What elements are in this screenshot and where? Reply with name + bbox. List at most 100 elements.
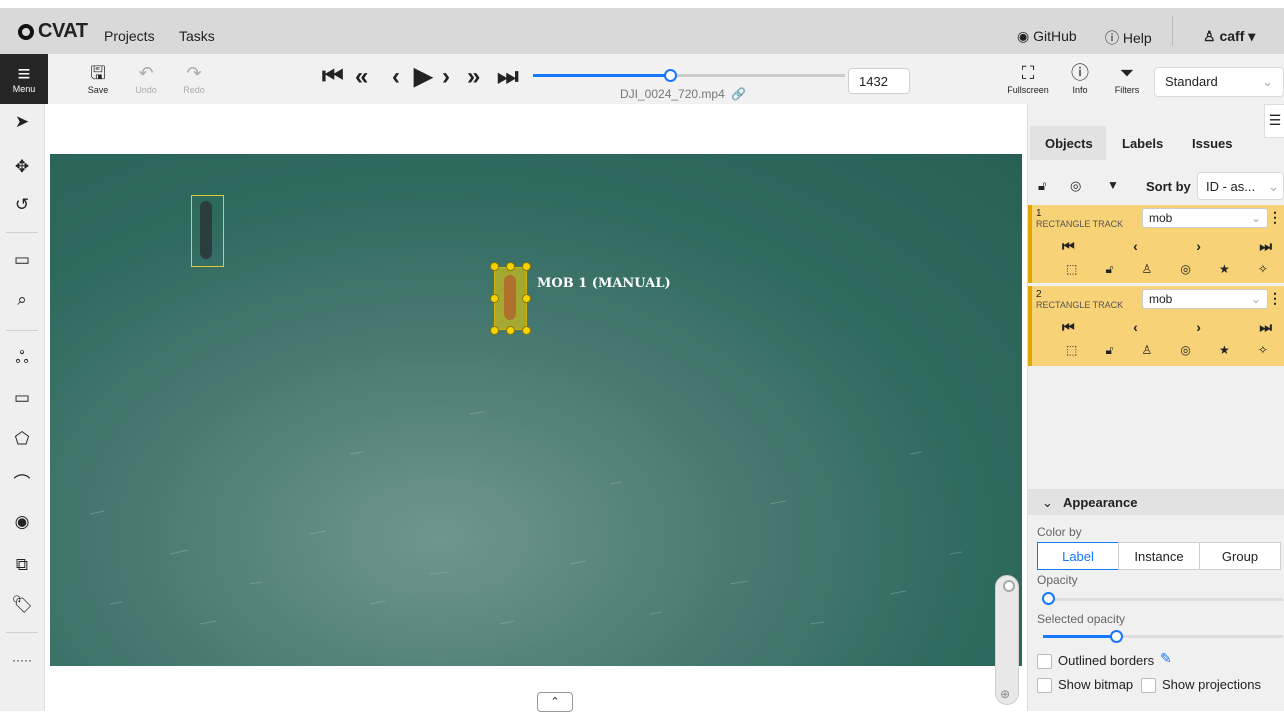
help-link[interactable]: ⓘ Help	[1105, 28, 1152, 48]
move-icon[interactable]: ✥	[0, 152, 44, 182]
object-card-1[interactable]: 1 RECTANGLE TRACK mob ⌄ ⋮ ⏮ ‹ › ⏭ ⬚ 🔓︎ ♙ …	[1028, 205, 1284, 283]
outside-icon[interactable]: ⬚	[1066, 262, 1077, 277]
first-keyframe-icon[interactable]: ⏮	[1062, 319, 1075, 336]
sort-select[interactable]: ID - as... ⌄	[1197, 172, 1284, 200]
opacity-slider-handle[interactable]	[1042, 592, 1055, 605]
next-keyframe-icon[interactable]: ›	[1196, 319, 1201, 336]
nav-tasks[interactable]: Tasks	[179, 28, 215, 44]
previous-keyframe-icon[interactable]: ‹	[1133, 319, 1138, 336]
outside-icon[interactable]: ⬚	[1066, 343, 1077, 358]
forward-step-icon[interactable]: »	[467, 62, 480, 92]
last-keyframe-icon[interactable]: ⏭	[1259, 319, 1272, 336]
outlined-borders-checkbox[interactable]	[1037, 654, 1052, 669]
logo-icon	[18, 23, 34, 40]
play-icon[interactable]: ▶	[414, 62, 432, 92]
object-label-select[interactable]: mob ⌄	[1142, 208, 1268, 228]
previous-frame-icon[interactable]: ‹	[392, 62, 400, 92]
cvat-logo[interactable]: CVAT	[18, 20, 88, 43]
back-step-icon[interactable]: «	[355, 62, 368, 92]
resize-handle[interactable]	[490, 326, 499, 335]
collapse-sidebar-icon[interactable]: ☰	[1264, 104, 1284, 138]
draw-polyline-icon[interactable]: ⌒	[0, 466, 44, 496]
fullscreen-button[interactable]: ⛶ Fullscreen	[1007, 54, 1049, 104]
zoom-slider[interactable]: ⊕	[995, 575, 1019, 705]
eye-icon[interactable]: ◎	[1070, 178, 1081, 194]
info-button[interactable]: ⓘ Info	[1065, 54, 1095, 104]
resize-handle[interactable]	[506, 262, 515, 271]
keyframe-nav: ⏮ ‹ › ⏭	[1062, 319, 1272, 336]
resize-handle[interactable]	[522, 294, 531, 303]
tab-issues[interactable]: Issues	[1192, 136, 1232, 151]
more-options-icon[interactable]: ⋮	[1268, 209, 1282, 226]
link-icon[interactable]: 🔗	[731, 87, 746, 101]
filters-button[interactable]: ⏷ Filters	[1112, 54, 1142, 104]
tab-objects[interactable]: Objects	[1045, 136, 1093, 151]
appearance-header[interactable]: ⌄ Appearance	[1028, 489, 1284, 515]
draw-rectangle-icon[interactable]: ▭	[0, 383, 44, 413]
lock-all-icon[interactable]: 🔓︎	[1038, 178, 1046, 194]
draw-polygon-icon[interactable]: ⬠	[0, 424, 44, 454]
object-label-select[interactable]: mob ⌄	[1142, 289, 1268, 309]
lock-icon[interactable]: 🔓︎	[1106, 262, 1114, 277]
ai-tools-icon[interactable]: ஃ	[0, 344, 44, 374]
pin-icon[interactable]: ✧	[1258, 262, 1268, 277]
redo-button[interactable]: ↷ Redo	[178, 54, 210, 104]
zoom-in-icon[interactable]: ⊕	[1000, 687, 1010, 701]
save-button[interactable]: 🖫 Save	[82, 54, 114, 104]
resize-handle[interactable]	[522, 262, 531, 271]
user-menu[interactable]: ♙ caff ▾	[1203, 28, 1255, 45]
keyframe-nav: ⏮ ‹ › ⏭	[1062, 238, 1272, 255]
tab-labels[interactable]: Labels	[1122, 136, 1163, 151]
fit-image-icon[interactable]: ▭	[0, 245, 44, 275]
occluded-icon[interactable]: ♙	[1141, 343, 1152, 358]
zoom-slider-handle[interactable]	[1003, 580, 1015, 592]
selected-opacity-handle[interactable]	[1110, 630, 1123, 643]
caret-down-icon[interactable]: ▼	[1107, 178, 1119, 192]
last-frame-icon[interactable]: ⏭	[497, 62, 519, 92]
rotate-icon[interactable]: ↺	[0, 190, 44, 220]
lock-icon[interactable]: 🔓︎	[1106, 343, 1114, 358]
menu-button[interactable]: ≡ Menu	[0, 54, 48, 104]
github-link[interactable]: ◉ GitHub	[1017, 28, 1077, 45]
color-by-instance-option[interactable]: Instance	[1118, 542, 1200, 570]
resize-handle[interactable]	[490, 294, 499, 303]
last-keyframe-icon[interactable]: ⏭	[1259, 238, 1272, 255]
next-frame-icon[interactable]: ›	[442, 62, 450, 92]
color-picker-icon[interactable]: ✎	[1160, 650, 1172, 667]
show-projections-checkbox[interactable]	[1141, 678, 1156, 693]
next-keyframe-icon[interactable]: ›	[1196, 238, 1201, 255]
star-icon[interactable]: ★	[1219, 343, 1230, 358]
tag-icon[interactable]: 🏷	[0, 590, 44, 620]
frame-number-input[interactable]: 1432	[848, 68, 910, 94]
first-keyframe-icon[interactable]: ⏮	[1062, 238, 1075, 255]
pin-icon[interactable]: ✧	[1258, 343, 1268, 358]
opacity-slider[interactable]	[1043, 598, 1283, 601]
help-icon: ⓘ	[1105, 30, 1119, 46]
frame-slider-handle[interactable]	[664, 69, 677, 82]
undo-button[interactable]: ↶ Undo	[130, 54, 162, 104]
star-icon[interactable]: ★	[1219, 262, 1230, 277]
workspace-select[interactable]: Standard ⌄	[1154, 67, 1284, 97]
zoom-region-icon[interactable]: ⌕	[0, 285, 44, 315]
occluded-icon[interactable]: ♙	[1141, 262, 1152, 277]
resize-handle[interactable]	[506, 326, 515, 335]
color-by-label: Color by	[1037, 525, 1082, 539]
resize-handle[interactable]	[522, 326, 531, 335]
chevron-up-icon[interactable]: ⌃	[537, 692, 573, 712]
draw-cuboid-icon[interactable]: ⧉	[0, 550, 44, 580]
draw-points-icon[interactable]: ◉	[0, 507, 44, 537]
eye-icon[interactable]: ◎	[1180, 262, 1190, 277]
eye-icon[interactable]: ◎	[1180, 343, 1190, 358]
previous-keyframe-icon[interactable]: ‹	[1133, 238, 1138, 255]
resize-handle[interactable]	[490, 262, 499, 271]
color-by-label-option[interactable]: Label	[1037, 542, 1119, 570]
color-by-group-option[interactable]: Group	[1199, 542, 1281, 570]
cursor-icon[interactable]: ➤	[0, 107, 44, 137]
more-options-icon[interactable]: ⋮	[1268, 290, 1282, 307]
first-frame-icon[interactable]: ⏮	[322, 62, 344, 92]
object-card-2[interactable]: 2 RECTANGLE TRACK mob ⌄ ⋮ ⏮ ‹ › ⏭ ⬚ 🔓︎ ♙ …	[1028, 286, 1284, 366]
show-bitmap-checkbox[interactable]	[1037, 678, 1052, 693]
nav-projects[interactable]: Projects	[104, 28, 155, 44]
tool-separator	[6, 330, 38, 331]
more-tools-icon[interactable]: ·····	[0, 645, 44, 675]
